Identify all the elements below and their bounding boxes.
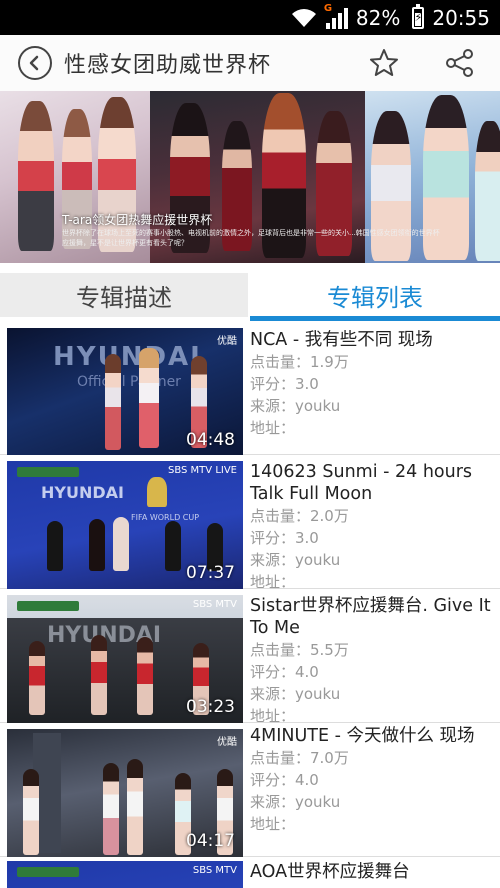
video-source-logo: SBS MTV LIVE <box>168 465 237 476</box>
video-thumbnail: HYUNDAI Official Partner 优酷 04:48 <box>7 328 243 456</box>
album-rating: 评分：4.0 <box>250 771 319 789</box>
album-title: 140623 Sunmi - 24 hours Talk Full Moon <box>250 462 473 504</box>
list-item[interactable]: SBS MTV AOA世界杯应援舞台 <box>0 857 500 888</box>
wifi-icon <box>290 8 318 28</box>
network-type-label: G <box>323 2 333 14</box>
album-address: 地址： <box>250 419 296 437</box>
album-views: 点击量：7.0万 <box>250 749 349 767</box>
video-duration: 03:23 <box>186 697 235 717</box>
star-icon <box>370 49 398 76</box>
video-thumbnail: HYUNDAI SBS MTV 03:23 <box>7 595 243 723</box>
video-duration: 04:48 <box>186 430 235 450</box>
list-item[interactable]: HYUNDAI Official Partner 优酷 04:48 NCA - … <box>0 321 500 456</box>
list-item[interactable]: HYUNDAI SBS MTV 03:23 Sistar世界杯应援舞台. Giv… <box>0 589 500 725</box>
page-title: 性感女团助威世界杯 <box>64 53 272 78</box>
share-button[interactable] <box>442 45 478 81</box>
tab-album-list[interactable]: 专辑列表 <box>250 273 500 317</box>
clock: 20:55 <box>432 5 490 30</box>
album-source: 来源：youku <box>250 397 341 415</box>
album-source: 来源：youku <box>250 685 341 703</box>
video-source-logo: 优酷 <box>217 737 237 748</box>
signal-icon: G <box>324 3 348 29</box>
back-button[interactable] <box>18 46 52 80</box>
album-rating: 评分：3.0 <box>250 529 319 547</box>
album-rating: 评分：4.0 <box>250 663 319 681</box>
title-bar: 性感女团助威世界杯 <box>0 35 500 91</box>
album-rating: 评分：3.0 <box>250 375 319 393</box>
album-title: AOA世界杯应援舞台 <box>250 862 410 882</box>
album-source: 来源：youku <box>250 793 341 811</box>
video-thumbnail: SBS MTV <box>7 861 243 888</box>
album-title: NCA - 我有些不同 现场 <box>250 330 433 350</box>
album-title: 4MINUTE - 今天做什么 现场 <box>250 726 475 746</box>
album-address: 地址： <box>250 815 296 833</box>
album-source: 来源：youku <box>250 551 341 569</box>
banner-caption: T-ara领女团热舞应援世界杯 <box>62 213 213 227</box>
video-source-logo: SBS MTV <box>192 599 237 610</box>
album-views: 点击量：5.5万 <box>250 641 349 659</box>
album-title: Sistar世界杯应援舞台. Give It To Me <box>250 596 491 638</box>
favorite-button[interactable] <box>366 45 402 81</box>
banner-description: 世界杯除了在球场上至死的赛事小股热、电视机前的激情之外，足球背后也是非常一些的关… <box>62 229 440 247</box>
status-bar: G 82% ⚡ 20:55 <box>0 0 500 35</box>
back-icon <box>29 55 39 71</box>
video-source-logo: 优酷 <box>217 336 237 347</box>
list-item[interactable]: 优酷 04:17 4MINUTE - 今天做什么 现场 点击量：7.0万 评分：… <box>0 723 500 857</box>
tab-album-description[interactable]: 专辑描述 <box>0 273 248 317</box>
video-thumbnail: HYUNDAI FIFA WORLD CUP SBS MTV LIVE 07:3… <box>7 461 243 589</box>
album-views: 点击量：2.0万 <box>250 507 349 525</box>
album-tabs: 专辑描述 专辑列表 <box>0 263 500 321</box>
battery-icon: ⚡ <box>408 3 425 29</box>
video-source-logo: SBS MTV <box>192 865 237 876</box>
banner-image[interactable]: T-ara领女团热舞应援世界杯 世界杯除了在球场上至死的赛事小股热、电视机前的激… <box>0 91 500 263</box>
video-duration: 04:17 <box>186 831 235 851</box>
album-views: 点击量：1.9万 <box>250 353 349 371</box>
video-thumbnail: 优酷 04:17 <box>7 729 243 857</box>
battery-percent: 82% <box>355 5 401 30</box>
list-item[interactable]: HYUNDAI FIFA WORLD CUP SBS MTV LIVE 07:3… <box>0 455 500 591</box>
video-duration: 07:37 <box>186 563 235 583</box>
share-icon <box>446 49 473 77</box>
